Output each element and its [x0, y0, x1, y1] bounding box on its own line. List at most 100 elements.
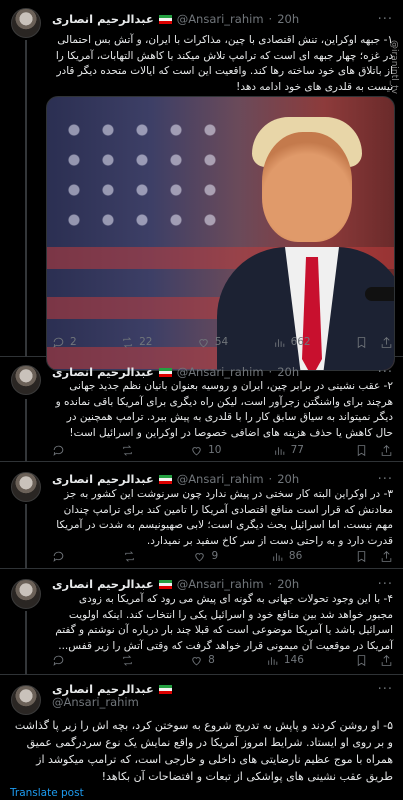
share-icon[interactable]: [380, 550, 393, 563]
tweet-3[interactable]: عبدالرحیم انصاری @Ansari_rahim · 20h ···…: [0, 462, 403, 569]
avatar[interactable]: [11, 8, 41, 38]
like-button[interactable]: 54: [197, 336, 228, 349]
repost-button[interactable]: [121, 444, 139, 457]
iran-flag-icon: [158, 474, 172, 484]
share-icon[interactable]: [380, 336, 393, 349]
tweet-header: عبدالرحیم انصاری @Ansari_rahim · 20h ···: [52, 575, 393, 593]
share-group: [355, 654, 393, 667]
views-button[interactable]: 77: [273, 444, 304, 457]
repost-button[interactable]: [121, 654, 139, 667]
repost-button[interactable]: [123, 550, 141, 563]
share-icon[interactable]: [380, 444, 393, 457]
tweet-text: ۵- او روشن کردند و پاپش به تدریج شروع به…: [14, 719, 393, 783]
view-count: 86: [288, 550, 303, 562]
reply-count: 2: [70, 336, 77, 348]
tweet-text: ۱- جبهه اوکراین، تنش اقتصادی با چین، مذا…: [55, 34, 393, 93]
heart-icon: [199, 338, 208, 347]
thread-line: [25, 504, 27, 569]
timestamp[interactable]: 20h: [277, 577, 299, 591]
author-name[interactable]: عبدالرحیم انصاری: [52, 365, 154, 379]
thread-line: [25, 40, 27, 357]
tweet-text: ۳- در اوکراین البته کار سختی در پیش ندار…: [56, 488, 393, 547]
more-options-icon[interactable]: ···: [378, 12, 393, 27]
timestamp[interactable]: 20h: [277, 12, 299, 26]
views-button[interactable]: 662: [273, 336, 311, 349]
author-handle[interactable]: @Ansari_rahim: [52, 695, 139, 709]
like-button[interactable]: 10: [190, 444, 222, 457]
views-icon: [274, 446, 284, 455]
share-group: [355, 336, 393, 349]
like-count: 9: [211, 550, 219, 562]
avatar[interactable]: [11, 365, 41, 395]
separator-dot: ·: [268, 577, 273, 591]
bookmark-icon[interactable]: [355, 550, 368, 563]
author-name[interactable]: عبدالرحیم انصاری: [52, 472, 154, 486]
repost-icon: [123, 336, 132, 348]
tweet-handle-row: @Ansari_rahim: [52, 695, 393, 709]
share-icon[interactable]: [380, 654, 393, 667]
tweet-header: عبدالرحیم انصاری @Ansari_rahim · 20h ···: [52, 470, 393, 488]
view-count: 77: [290, 444, 304, 456]
tweet-text: ۲- عقب نشینی در برابر چین، ایران و روسیه…: [55, 380, 393, 439]
avatar[interactable]: [11, 472, 41, 502]
views-icon: [273, 552, 283, 561]
author-handle[interactable]: @Ansari_rahim: [177, 577, 264, 591]
author-handle[interactable]: @Ansari_rahim: [177, 12, 264, 26]
separator-dot: ·: [268, 365, 273, 379]
repost-icon: [125, 550, 134, 562]
timestamp[interactable]: 20h: [277, 472, 299, 486]
separator-dot: ·: [268, 12, 273, 26]
author-name[interactable]: عبدالرحیم انصاری: [52, 682, 154, 696]
author-handle[interactable]: @Ansari_rahim: [177, 472, 264, 486]
reply-button[interactable]: [52, 550, 70, 563]
author-name[interactable]: عبدالرحیم انصاری: [52, 12, 154, 26]
tweet-2[interactable]: عبدالرحیم انصاری @Ansari_rahim · 20h ···…: [0, 357, 403, 462]
tweet-4[interactable]: عبدالرحیم انصاری @Ansari_rahim · 20h ···…: [0, 569, 403, 675]
iran-flag-icon: [158, 367, 172, 377]
bookmark-icon[interactable]: [355, 336, 368, 349]
author-handle[interactable]: @Ansari_rahim: [177, 365, 264, 379]
avatar[interactable]: [11, 685, 41, 715]
tweet-actions: 2 22 54 662: [52, 334, 393, 350]
tweet-5-focused[interactable]: عبدالرحیم انصاری ··· @Ansari_rahim ۵- او…: [0, 675, 403, 800]
views-icon: [274, 338, 284, 347]
timestamp[interactable]: 20h: [277, 365, 299, 379]
like-count: 10: [208, 444, 222, 456]
more-options-icon[interactable]: ···: [378, 472, 393, 487]
heart-icon: [195, 552, 205, 561]
like-count: 54: [214, 336, 229, 348]
bookmark-icon[interactable]: [355, 444, 368, 457]
avatar[interactable]: [11, 579, 41, 609]
repost-icon: [123, 654, 132, 666]
more-options-icon[interactable]: ···: [378, 365, 393, 380]
more-options-icon[interactable]: ···: [378, 577, 393, 592]
tweet-header: عبدالرحیم انصاری ···: [52, 682, 393, 697]
tweet-image[interactable]: [46, 96, 395, 371]
reply-icon: [53, 445, 64, 456]
like-button[interactable]: 9: [193, 550, 218, 563]
like-button[interactable]: 8: [190, 654, 215, 667]
reply-button[interactable]: [52, 444, 70, 457]
views-button[interactable]: 86: [271, 550, 302, 563]
tweet-text: ۴- با این وجود تحولات جهانی به گونه ای پ…: [55, 593, 393, 652]
reply-button[interactable]: 2: [52, 336, 77, 349]
repost-button[interactable]: 22: [121, 336, 152, 349]
reply-button[interactable]: [52, 654, 70, 667]
view-count: 662: [290, 336, 311, 348]
tweet-actions: 8 146: [52, 652, 393, 668]
like-count: 8: [208, 654, 215, 666]
views-button[interactable]: 146: [266, 654, 304, 667]
tweet-actions: 10 77: [52, 442, 393, 458]
tweet-header: عبدالرحیم انصاری @Ansari_rahim · 20h ···: [52, 10, 393, 28]
view-count: 146: [283, 654, 304, 666]
heart-icon: [192, 656, 201, 665]
iran-flag-icon: [158, 579, 172, 589]
views-icon: [268, 656, 278, 665]
author-name[interactable]: عبدالرحیم انصاری: [52, 577, 154, 591]
translate-post-link[interactable]: Translate post: [10, 787, 84, 799]
repost-count: 22: [139, 336, 153, 348]
separator-dot: ·: [268, 472, 273, 486]
bookmark-icon[interactable]: [355, 654, 368, 667]
tweet-1[interactable]: عبدالرحیم انصاری @Ansari_rahim · 20h ···…: [0, 0, 403, 371]
repost-icon: [123, 444, 132, 456]
